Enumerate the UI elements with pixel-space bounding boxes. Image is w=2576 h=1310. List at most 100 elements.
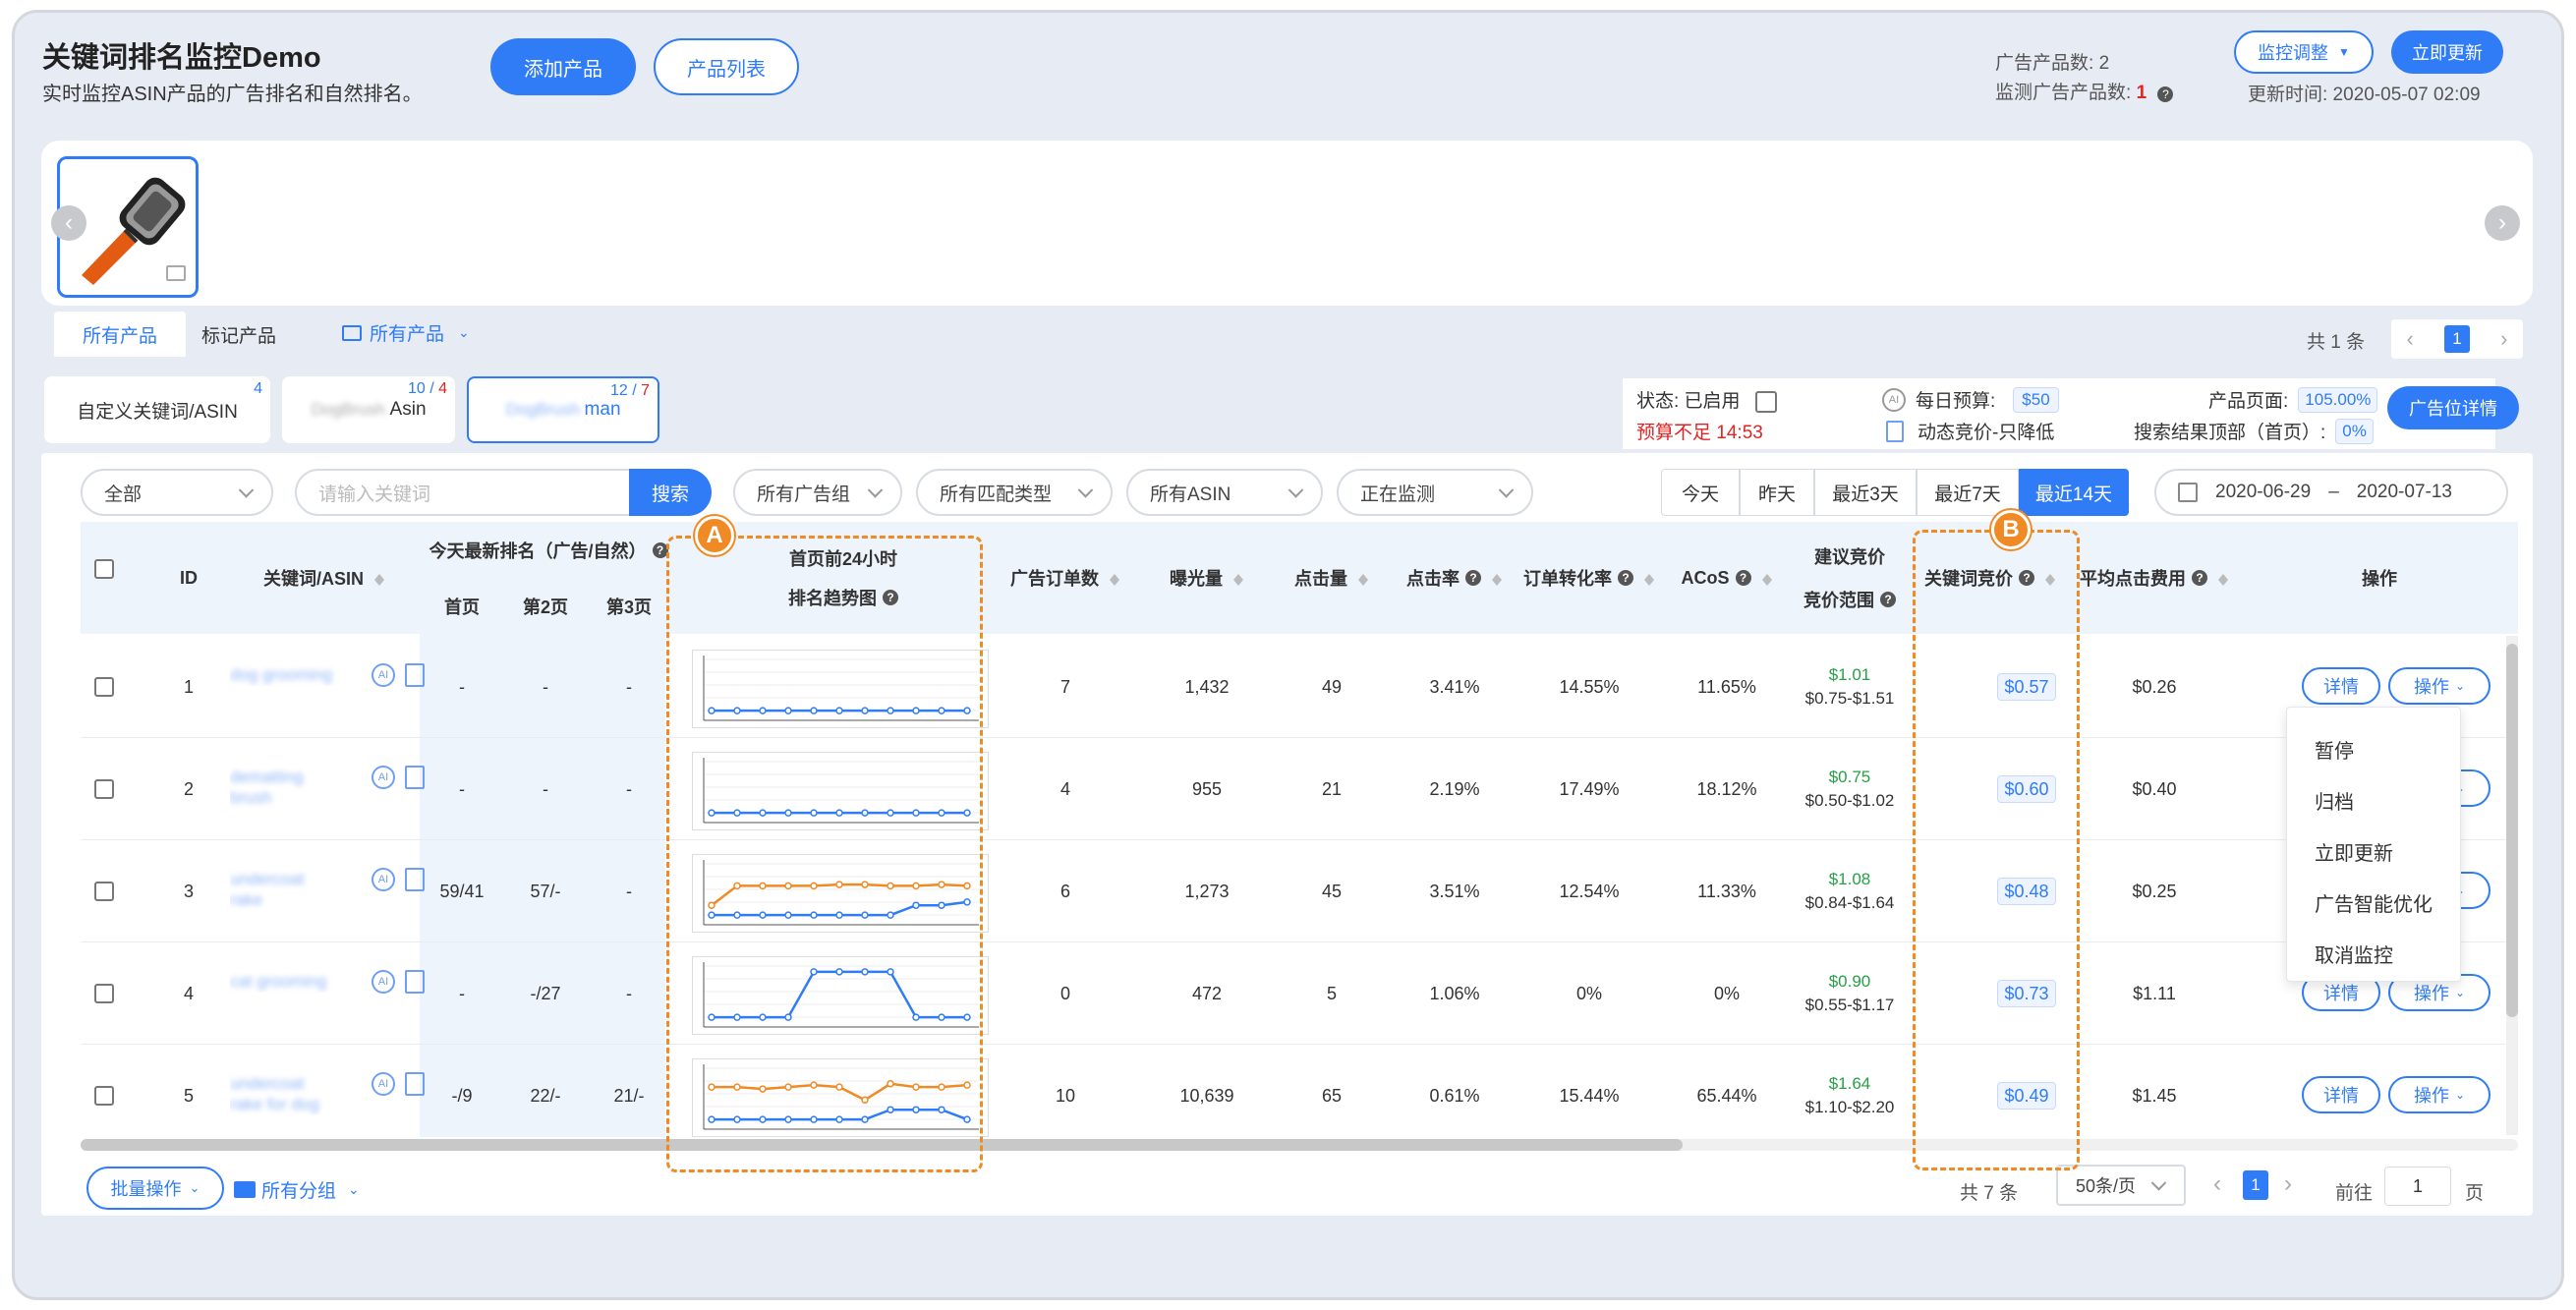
page-number[interactable]: 1 [2243,1170,2268,1200]
keyword-link[interactable]: undercoat rake for dog [230,1074,338,1115]
tab-custom-keyword[interactable]: 自定义关键词/ASIN 4 [44,376,270,443]
ai-icon[interactable]: AI [372,663,395,687]
chevron-down-icon: ⌄ [189,1180,200,1195]
menu-item-pause[interactable]: 暂停 [2315,735,2354,764]
orders-value: 10 [1055,1085,1076,1106]
scope-select[interactable]: 全部 [81,469,273,516]
col-cpc[interactable]: 平均点击费用? [2072,522,2237,634]
carousel-next-icon[interactable]: › [2485,205,2520,241]
operate-dropdown-button[interactable]: 操作⌄ [2388,667,2490,705]
range-14days[interactable]: 最近14天 [2019,469,2129,516]
col-cvr[interactable]: 订单转化率? [1516,522,1663,634]
orders-value: 6 [1059,881,1070,901]
horizontal-scrollbar[interactable] [81,1139,2518,1151]
folder-filter-dropdown[interactable]: 所有产品 ⌄ [342,319,470,346]
search-button[interactable]: 搜索 [629,469,712,516]
status-label: 状态: 已启用 [1636,386,1777,413]
batch-operations-dropdown[interactable]: 批量操作 ⌄ [86,1167,224,1210]
operations-dropdown-menu: 暂停 归档 立即更新 广告智能优化 取消监控 [2286,707,2461,982]
keyword-search-input[interactable]: 请输入关键词 [295,469,668,516]
monitor-adjust-dropdown[interactable]: 监控调整 ▼ [2234,30,2374,74]
col-clicks[interactable]: 点击量 [1270,522,1394,634]
impressions-value: 1,432 [1184,676,1230,697]
row-checkbox[interactable] [94,1086,114,1106]
ai-icon: AI [1882,387,1906,412]
rank-page1: - [459,676,465,697]
rank-page3: - [626,881,632,901]
scrollbar-thumb[interactable] [2506,644,2518,1017]
group-filter-dropdown[interactable]: 所有分组 ⌄ [234,1176,360,1203]
ctr-value: 1.06% [1429,983,1480,1003]
keyword-link[interactable]: cat grooming [230,972,338,993]
tab-man[interactable]: DogBrush man 12 / 7 [467,376,659,443]
marker-b: B [1991,510,2031,549]
details-button[interactable]: 详情 [2302,667,2380,705]
row-checkbox[interactable] [94,984,114,1003]
match-type-select[interactable]: 所有匹配类型 [916,469,1113,516]
operate-dropdown-button[interactable]: 操作⌄ [2388,1076,2490,1113]
keyword-link[interactable]: dog grooming [230,665,338,686]
menu-item-cancel-monitoring[interactable]: 取消监控 [2315,940,2393,968]
col-keyword[interactable]: 关键词/ASIN [228,522,421,634]
next-page-icon[interactable]: › [2500,326,2507,352]
daily-budget: AI 每日预算: $50 [1882,386,2059,413]
col-page1: 首页 [444,598,480,617]
ai-icon[interactable]: AI [372,970,395,994]
row-checkbox[interactable] [94,677,114,697]
row-checkbox[interactable] [94,882,114,901]
cpc-value: $1.11 [2133,983,2176,1003]
prev-page-icon[interactable]: ‹ [2213,1170,2221,1198]
page-size-select[interactable]: 50条/页 [2056,1165,2186,1206]
range-3days[interactable]: 最近3天 [1814,469,1917,516]
vertical-scrollbar[interactable] [2506,636,2518,1135]
chevron-down-icon: ⌄ [2454,986,2466,999]
next-page-icon[interactable]: › [2284,1170,2292,1198]
goto-page-input[interactable]: 1 [2384,1167,2451,1206]
suggested-bid: $0.75 $0.50-$1.02 [1804,768,1895,810]
product-list-button[interactable]: 产品列表 [654,38,799,95]
rank-page2: 22/- [530,1085,561,1106]
ad-group-select[interactable]: 所有广告组 [733,469,902,516]
row-checkbox[interactable] [94,779,114,799]
tab-all-products[interactable]: 所有产品 [54,312,186,357]
tab-marked-products[interactable]: 标记产品 [201,321,276,348]
placement-details-button[interactable]: 广告位详情 [2387,386,2519,429]
prev-page-icon[interactable]: ‹ [2407,326,2414,352]
col-ctr[interactable]: 点击率? [1394,522,1516,634]
ai-icon[interactable]: AI [372,868,395,891]
monitor-status-select[interactable]: 正在监测 [1337,469,1533,516]
folder-icon [342,324,362,341]
page-number[interactable]: 1 [2443,325,2470,353]
select-all-checkbox[interactable] [94,559,114,579]
add-product-button[interactable]: 添加产品 [490,38,636,95]
date-range-picker[interactable]: 2020-06-29 – 2020-07-13 [2154,469,2508,516]
clicks-value: 45 [1321,881,1343,901]
col-impressions[interactable]: 曝光量 [1144,522,1270,634]
ai-icon[interactable]: AI [372,766,395,789]
range-today[interactable]: 今天 [1661,469,1740,516]
asin-select[interactable]: 所有ASIN [1126,469,1323,516]
range-7days[interactable]: 最近7天 [1917,469,2019,516]
keyword-link[interactable]: undercoat rake [230,870,338,911]
details-button[interactable]: 详情 [2302,1076,2380,1113]
chevron-down-icon: ⌄ [2454,679,2466,693]
rank-page1: -/9 [451,1085,473,1106]
col-orders[interactable]: 广告订单数 [987,522,1144,634]
col-acos[interactable]: ACoS? [1663,522,1791,634]
sort-icon[interactable] [373,569,385,587]
menu-item-archive[interactable]: 归档 [2315,786,2354,815]
ctr-value: 2.19% [1429,778,1480,799]
rank-page1: - [459,778,465,799]
keyword-link[interactable]: dematting brush [230,768,338,809]
update-now-button[interactable]: 立即更新 [2391,30,2503,74]
col-today-rank: 今天最新排名（广告/自然）? [421,522,676,579]
range-yesterday[interactable]: 昨天 [1740,469,1814,516]
menu-item-smart-optimize[interactable]: 广告智能优化 [2315,888,2433,917]
acos-value: 65.44% [1696,1085,1757,1106]
ai-icon[interactable]: AI [372,1072,395,1096]
chevron-down-icon: ▼ [2338,45,2350,59]
tab-asin[interactable]: DogBrush Asin 10 / 4 [282,376,455,443]
menu-item-update-now[interactable]: 立即更新 [2315,837,2393,866]
clock-icon[interactable] [1754,390,1777,413]
carousel-prev-icon[interactable]: ‹ [51,205,86,241]
